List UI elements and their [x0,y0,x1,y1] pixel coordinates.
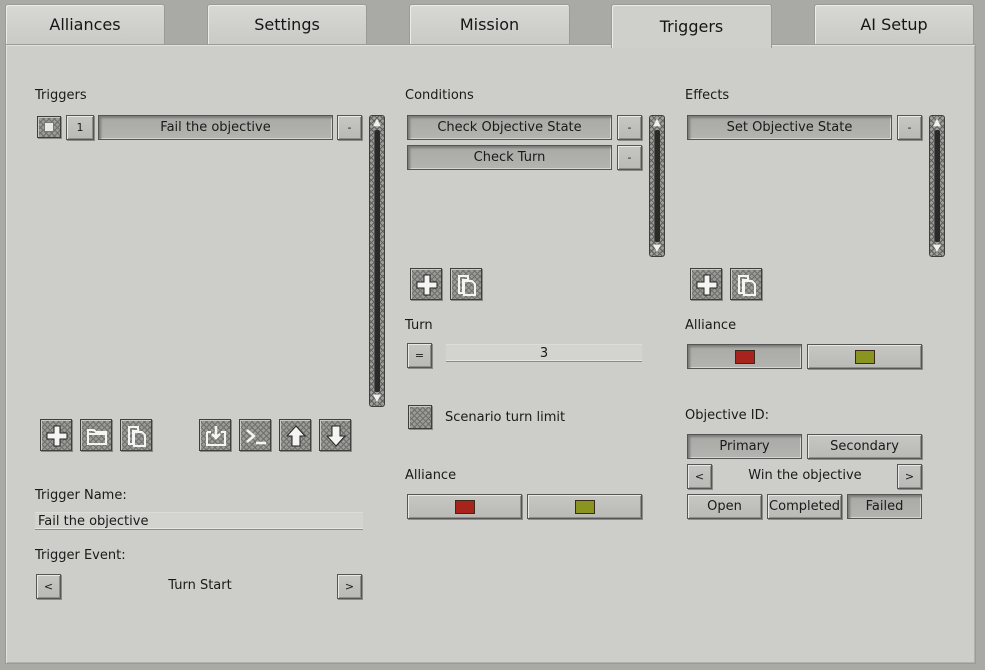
effects-scrollbar[interactable]: ▲ ▼ [929,115,945,257]
scenario-turn-limit-label: Scenario turn limit [445,410,566,425]
trigger-index: 1 [66,115,94,140]
effects-alliance-olive-button[interactable] [807,344,922,369]
objective-secondary-button[interactable]: Secondary [807,434,922,459]
state-failed-button[interactable]: Failed [847,494,922,519]
scroll-down-arrow-icon[interactable]: ▼ [650,243,664,255]
add-icon [46,425,68,447]
copy-icon [738,275,756,296]
scroll-track [654,130,660,242]
copy-effect-button[interactable] [730,268,762,300]
arrow-down-icon [325,425,347,447]
copy-trigger-button[interactable] [120,419,152,451]
add-icon [416,274,438,296]
add-icon [696,274,718,296]
move-trigger-up-button[interactable] [279,419,311,451]
arrow-up-icon [285,425,307,447]
remove-trigger-button[interactable]: - [337,115,362,140]
scenario-turn-limit-checkbox[interactable] [408,405,432,429]
effects-heading: Effects [685,88,730,103]
effect-item-set-objective-state[interactable]: Set Objective State [687,115,892,140]
objective-value: Win the objective [748,468,862,483]
triggers-scrollbar[interactable]: ▲ ▼ [369,115,385,407]
alliance-olive-swatch [574,499,595,514]
scroll-track [934,130,940,242]
move-trigger-down-button[interactable] [319,419,351,451]
trigger-event-value: Turn Start [168,578,232,593]
folder-icon [87,429,107,445]
add-effect-button[interactable] [690,268,722,300]
state-completed-button[interactable]: Completed [767,494,842,519]
console-icon [246,429,266,445]
turn-label: Turn [405,318,433,333]
tab-alliances[interactable]: Alliances [5,4,165,44]
tab-triggers[interactable]: Triggers [611,4,772,48]
alliance-red-swatch [734,349,755,364]
trigger-event-next-button[interactable]: > [337,574,362,599]
scroll-up-arrow-icon[interactable]: ▲ [930,117,944,129]
scroll-down-arrow-icon[interactable]: ▼ [930,243,944,255]
trigger-enable-checkbox[interactable] [37,116,61,138]
copy-condition-button[interactable] [450,268,482,300]
copy-icon [458,275,476,296]
open-folder-button[interactable] [80,419,112,451]
objective-primary-button[interactable]: Primary [687,434,802,459]
trigger-name-label: Trigger Name: [35,488,127,503]
remove-condition-button[interactable]: - [617,115,642,140]
trigger-item-fail-objective[interactable]: Fail the objective [98,115,333,140]
trigger-name-input[interactable]: Fail the objective [35,512,363,530]
triggers-heading: Triggers [35,88,87,103]
console-button[interactable] [239,419,271,451]
import-icon [206,426,226,446]
trigger-event-label: Trigger Event: [35,548,126,563]
conditions-alliance-label: Alliance [405,468,457,483]
scroll-down-arrow-icon[interactable]: ▼ [370,393,384,405]
copy-icon [128,426,146,447]
conditions-alliance-red-button[interactable] [407,494,522,519]
scroll-up-arrow-icon[interactable]: ▲ [650,117,664,129]
tab-ai-setup[interactable]: AI Setup [814,4,974,44]
add-trigger-button[interactable] [40,419,72,451]
import-trigger-button[interactable] [199,419,231,451]
tab-mission[interactable]: Mission [409,4,570,44]
effects-alliance-label: Alliance [685,318,737,333]
tab-settings[interactable]: Settings [207,4,367,44]
conditions-scrollbar[interactable]: ▲ ▼ [649,115,665,257]
alliance-olive-swatch [854,349,875,364]
turn-operator-button[interactable]: = [407,343,432,368]
alliance-red-swatch [454,499,475,514]
checkbox-mark-icon [44,122,54,132]
add-condition-button[interactable] [410,268,442,300]
remove-condition-button[interactable]: - [617,145,642,170]
scroll-up-arrow-icon[interactable]: ▲ [370,117,384,129]
trigger-event-prev-button[interactable]: < [36,574,61,599]
conditions-alliance-olive-button[interactable] [527,494,642,519]
condition-item-check-objective-state[interactable]: Check Objective State [407,115,612,140]
objective-prev-button[interactable]: < [687,464,712,489]
objective-id-label: Objective ID: [685,408,769,423]
conditions-heading: Conditions [405,88,474,103]
state-open-button[interactable]: Open [687,494,762,519]
objective-next-button[interactable]: > [897,464,922,489]
turn-value-input[interactable]: 3 [446,344,642,362]
effects-alliance-red-button[interactable] [687,344,802,369]
remove-effect-button[interactable]: - [897,115,922,140]
scroll-track [374,130,380,392]
condition-item-check-turn[interactable]: Check Turn [407,145,612,170]
